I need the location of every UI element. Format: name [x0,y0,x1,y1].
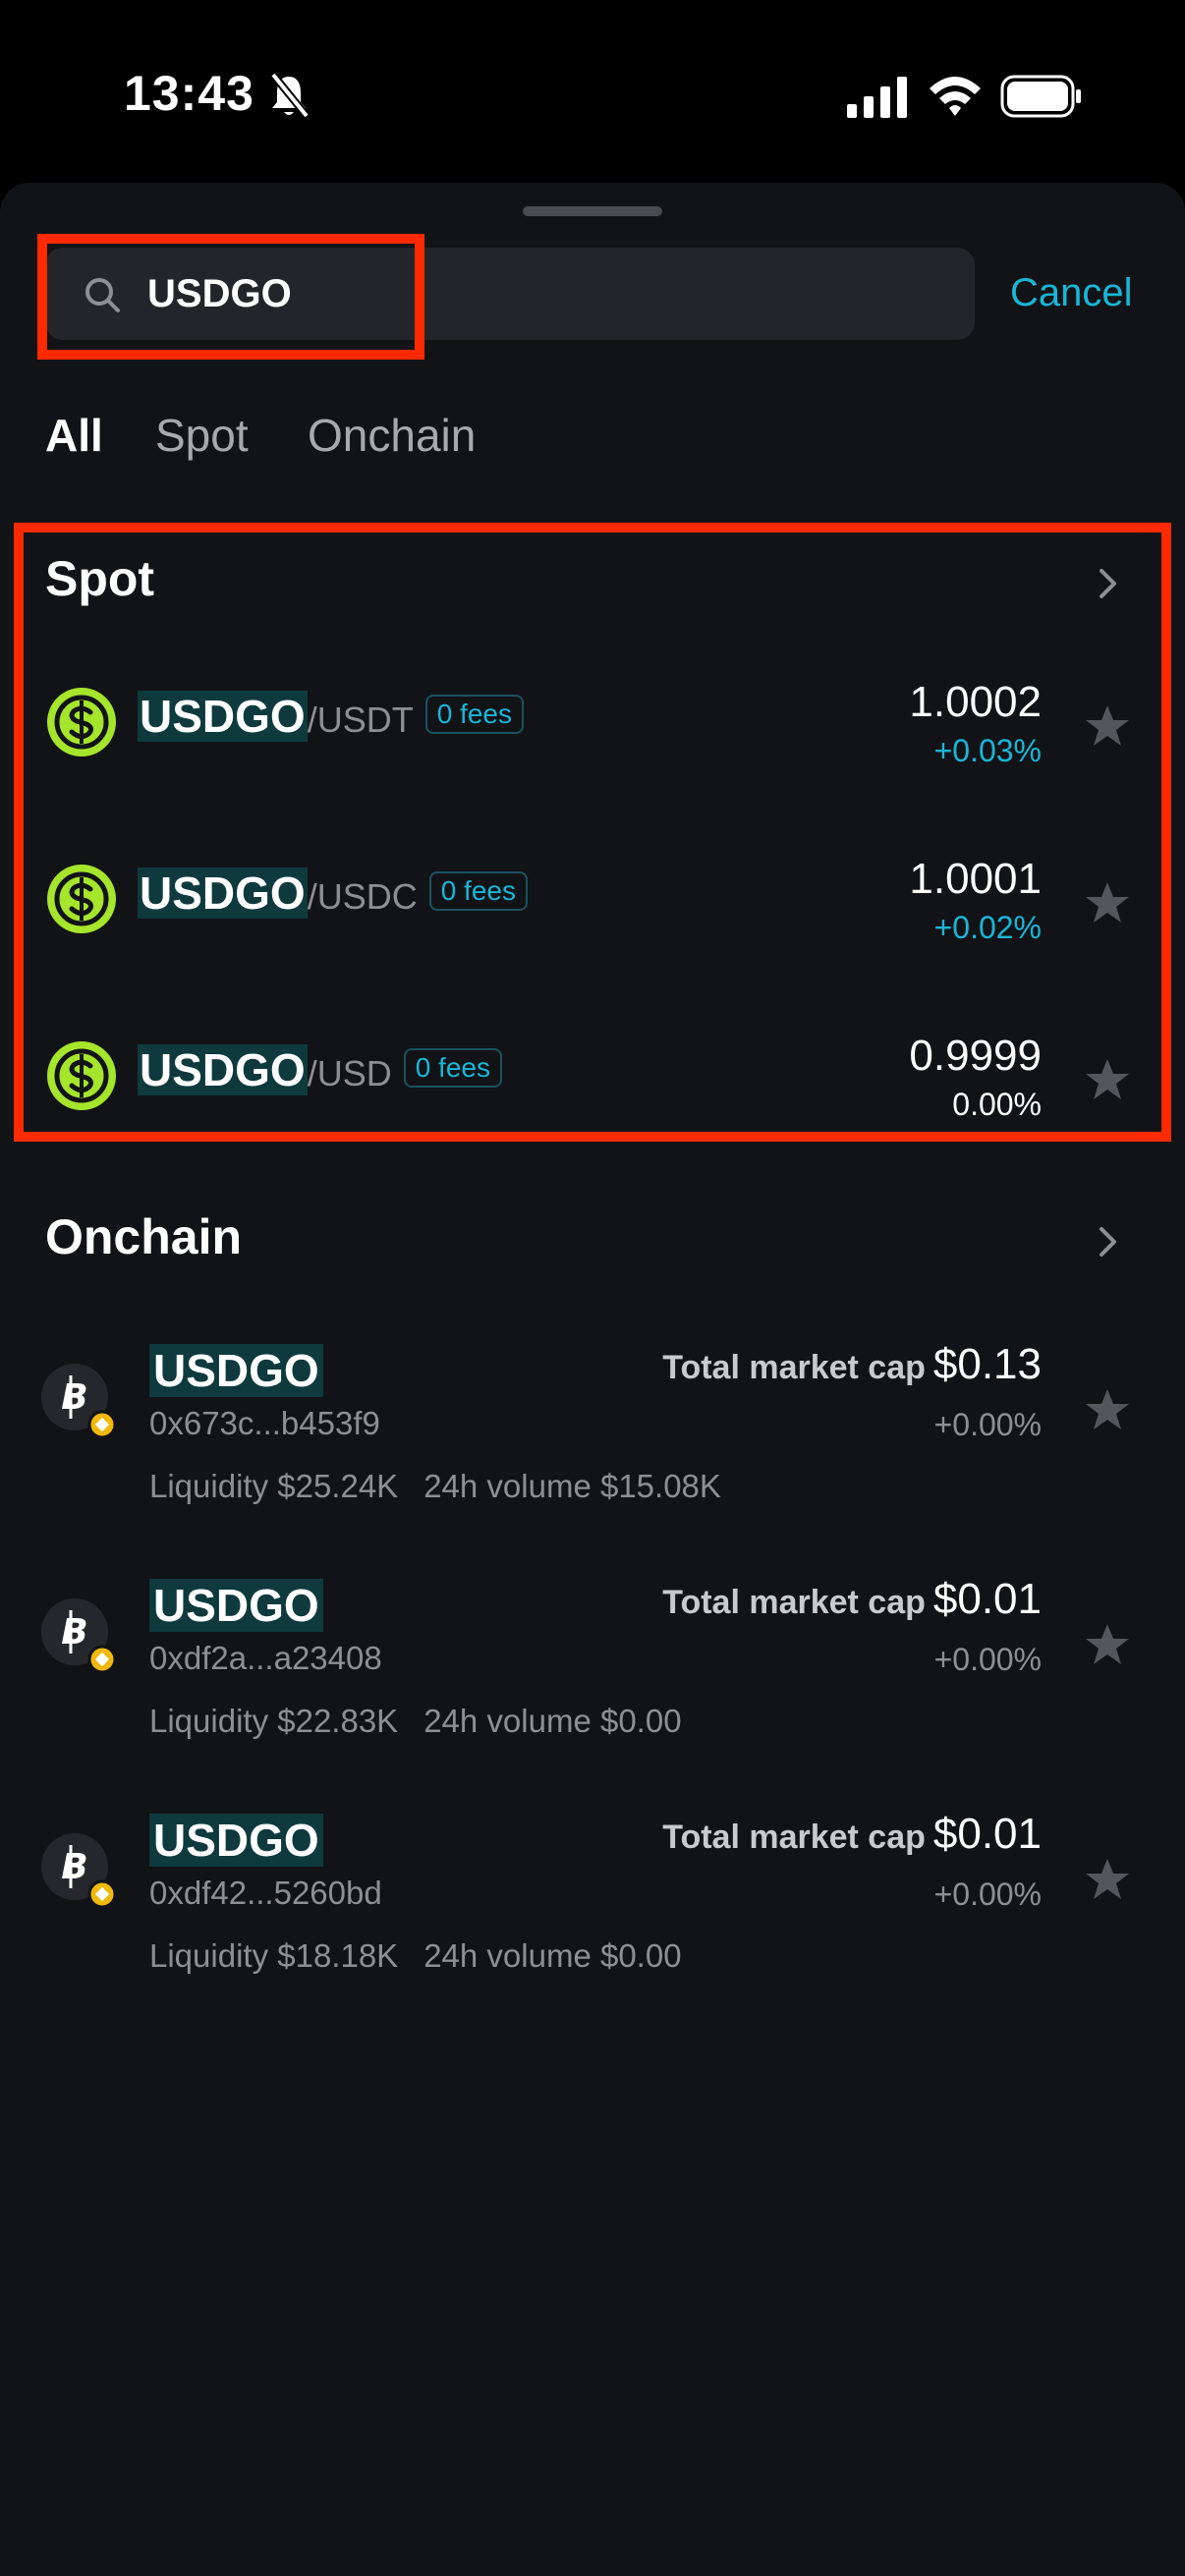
spot-list-item[interactable]: USDGO/USDT 0 fees 1.0002 +0.03% [0,662,1185,780]
pair-quote: /USDT [307,700,414,740]
tab-spot[interactable]: Spot [155,409,249,462]
onchain-section-title: Onchain [45,1209,243,1264]
price-change: +0.00% [933,1642,1042,1677]
price-value: 0.9999 [909,1032,1042,1080]
pair-label: USDGO/USDT 0 fees [138,690,524,743]
spot-section-title: Spot [45,551,155,606]
volume-value: 24h volume $0.00 [423,1703,682,1739]
svg-text:B: B [61,1847,87,1887]
bitcoin-token-icon: B [41,1833,116,1908]
pair-quote: /USDC [307,876,418,917]
price-change: +0.00% [933,1876,1042,1912]
usdgo-coin-icon [47,865,116,933]
usdgo-coin-icon [47,1041,116,1110]
volume-value: 24h volume $15.08K [423,1468,721,1504]
usdgo-coin-icon [47,688,116,756]
onchain-list-item[interactable]: B USDGO 0x673c...b453f9 Liquidity $25.24… [0,1324,1185,1550]
favorite-star-icon[interactable] [1085,1622,1130,1667]
token-address: 0x673c...b453f9 [149,1405,380,1441]
token-address: 0xdf2a...a23408 [149,1640,382,1676]
spot-chevron-right-icon[interactable] [1097,566,1120,601]
pair-quote: /USD [307,1053,392,1093]
price-change: +0.00% [933,1407,1042,1442]
fees-badge: 0 fees [424,694,524,734]
status-time: 13:43 [124,66,254,121]
token-name: USDGO [149,1814,323,1867]
market-cap-value: $0.01 [932,1575,1042,1623]
market-cap: Total market cap $0.01 [662,1810,1042,1859]
cancel-button[interactable]: Cancel [1010,271,1133,315]
market-cap-label: Total market cap [662,1349,926,1386]
search-sheet: USDGO Cancel All Spot Onchain Spot USDGO… [0,183,1185,2576]
market-cap-label: Total market cap [662,1819,926,1856]
onchain-list-item[interactable]: B USDGO 0xdf2a...a23408 Liquidity $22.83… [0,1559,1185,1785]
spot-list-item[interactable]: USDGO/USDC 0 fees 1.0001 +0.02% [0,839,1185,957]
price-change: +0.02% [933,910,1042,945]
signal-icon [847,77,907,118]
favorite-star-icon[interactable] [1085,703,1130,749]
market-cap: Total market cap $0.01 [662,1575,1042,1624]
battery-icon [1000,75,1081,118]
token-name: USDGO [149,1344,323,1397]
pair-base: USDGO [138,1044,308,1095]
bitcoin-token-icon: B [41,1364,116,1438]
market-cap-label: Total market cap [662,1584,926,1621]
token-address: 0xdf42...5260bd [149,1875,382,1911]
token-stats: Liquidity $22.83K 24h volume $0.00 [149,1703,707,1740]
liquidity-value: Liquidity $18.18K [149,1937,399,1974]
silent-bell-icon [269,72,310,119]
liquidity-value: Liquidity $22.83K [149,1703,399,1739]
tab-onchain[interactable]: Onchain [308,409,476,462]
favorite-star-icon[interactable] [1085,1857,1130,1902]
market-cap-value: $0.13 [932,1340,1042,1388]
drag-handle[interactable] [523,206,662,216]
pair-label: USDGO/USD 0 fees [138,1043,502,1096]
favorite-star-icon[interactable] [1085,880,1130,925]
token-name: USDGO [149,1579,323,1632]
volume-value: 24h volume $0.00 [423,1937,682,1974]
pair-base: USDGO [138,691,308,742]
onchain-list-item[interactable]: B USDGO 0xdf42...5260bd Liquidity $18.18… [0,1794,1185,2020]
status-bar: 13:43 [0,0,1185,187]
onchain-chevron-right-icon[interactable] [1097,1224,1120,1260]
liquidity-value: Liquidity $25.24K [149,1468,399,1504]
fees-badge: 0 fees [403,1047,502,1088]
price-change: 0.00% [952,1087,1042,1122]
pair-base: USDGO [138,868,308,919]
tab-all[interactable]: All [45,409,103,462]
favorite-star-icon[interactable] [1085,1057,1130,1102]
fees-badge: 0 fees [428,870,528,911]
favorite-star-icon[interactable] [1085,1387,1130,1432]
pair-label: USDGO/USDC 0 fees [138,867,528,920]
price-change: +0.03% [933,733,1042,768]
search-highlight-box [37,234,424,360]
svg-text:B: B [61,1612,87,1652]
svg-text:B: B [61,1377,87,1418]
bitcoin-token-icon: B [41,1598,116,1673]
market-cap: Total market cap $0.13 [662,1340,1042,1389]
price-value: 1.0001 [909,855,1042,903]
spot-list-item[interactable]: USDGO/USD 0 fees 0.9999 0.00% [0,1016,1185,1134]
token-stats: Liquidity $18.18K 24h volume $0.00 [149,1937,707,1975]
price-value: 1.0002 [909,678,1042,726]
market-cap-value: $0.01 [932,1810,1042,1858]
token-stats: Liquidity $25.24K 24h volume $15.08K [149,1468,747,1505]
wifi-icon [930,77,981,116]
